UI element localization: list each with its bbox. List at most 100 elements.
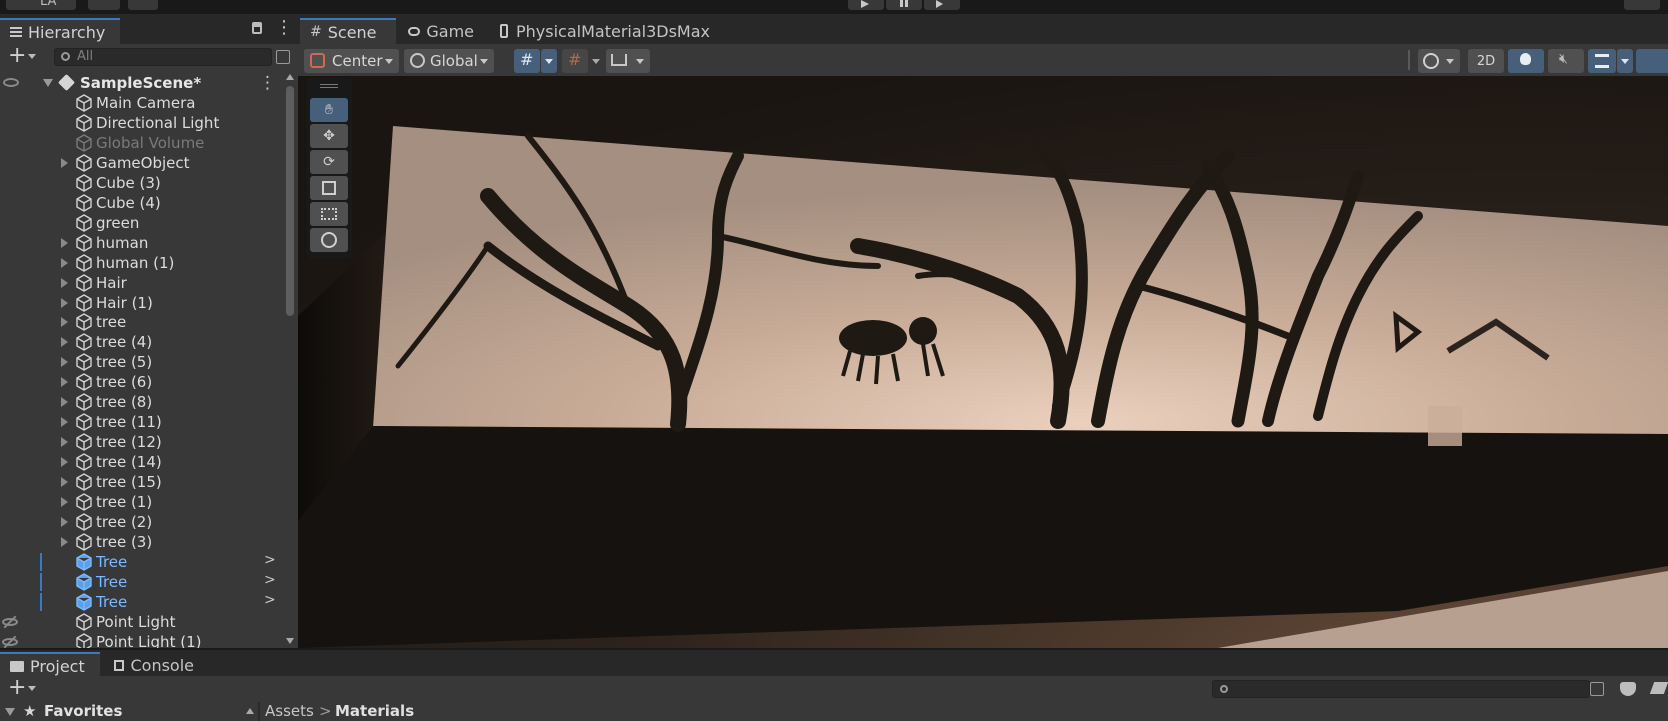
grid-snap-dropdown[interactable]: [541, 49, 557, 73]
chevron-down-icon[interactable]: [28, 54, 36, 59]
hierarchy-row[interactable]: tree (2): [0, 512, 282, 532]
hierarchy-row[interactable]: Main Camera: [0, 93, 282, 113]
scroll-thumb[interactable]: [286, 86, 294, 316]
expand-arrow-icon[interactable]: [61, 516, 68, 527]
2d-toggle[interactable]: 2D: [1468, 49, 1504, 73]
more-options-icon[interactable]: ⋮: [275, 19, 293, 37]
add-icon[interactable]: +: [8, 676, 26, 700]
space-global-dropdown[interactable]: Global: [404, 49, 494, 73]
pause-button[interactable]: [886, 0, 922, 10]
expand-arrow-icon[interactable]: [61, 457, 68, 468]
expand-arrow-icon[interactable]: [61, 497, 68, 507]
transform-tool-button[interactable]: [310, 228, 348, 252]
hierarchy-row[interactable]: green: [0, 213, 282, 233]
hierarchy-row[interactable]: Directional Light: [0, 113, 282, 133]
hierarchy-scrollbar[interactable]: [282, 70, 298, 648]
overlay-grip-icon[interactable]: [320, 84, 338, 88]
hierarchy-row[interactable]: tree (11): [0, 412, 282, 432]
gizmos-toggle[interactable]: [1636, 49, 1668, 73]
prefab-row[interactable]: Tree >: [0, 592, 282, 612]
expand-arrow-icon[interactable]: [61, 317, 68, 328]
tab-scene[interactable]: # Scene: [300, 18, 396, 44]
eye-hidden-icon[interactable]: [2, 635, 18, 648]
hierarchy-row[interactable]: human: [0, 233, 282, 253]
filter-type-icon[interactable]: [1620, 682, 1636, 696]
breadcrumb-assets[interactable]: Assets: [265, 702, 314, 721]
rect-tool-button[interactable]: [310, 202, 348, 226]
hierarchy-row[interactable]: tree (12): [0, 432, 282, 452]
hierarchy-row[interactable]: tree (15): [0, 472, 282, 492]
expand-arrow-icon[interactable]: [61, 536, 68, 547]
expand-arrow-icon[interactable]: [61, 157, 68, 168]
project-search-input[interactable]: [1212, 680, 1590, 698]
hand-tool-button[interactable]: ✋︎: [310, 98, 348, 122]
expand-arrow-icon[interactable]: [61, 277, 68, 288]
expand-arrow-icon[interactable]: [43, 79, 53, 87]
eye-icon[interactable]: [3, 78, 19, 87]
effects-toggle[interactable]: [1588, 49, 1616, 73]
add-icon[interactable]: +: [8, 44, 26, 68]
increment-snap-button[interactable]: #: [562, 49, 588, 73]
audio-toggle[interactable]: 🔇︎: [1548, 49, 1584, 73]
expand-arrow-icon[interactable]: [61, 377, 68, 388]
prefab-row[interactable]: Tree >: [0, 552, 282, 572]
expand-arrow-icon[interactable]: [61, 397, 68, 408]
effects-dropdown[interactable]: [1617, 49, 1633, 73]
search-options-icon[interactable]: [1590, 682, 1604, 696]
scene-menu-icon[interactable]: ⋮: [259, 73, 276, 93]
chevron-down-icon[interactable]: [592, 59, 600, 64]
ruler-dropdown[interactable]: [606, 49, 650, 73]
breadcrumb-materials[interactable]: Materials: [335, 702, 414, 721]
scene-viewport[interactable]: [298, 76, 1668, 648]
expand-arrow-icon[interactable]: [61, 417, 68, 428]
tab-hierarchy[interactable]: Hierarchy: [0, 18, 120, 44]
hierarchy-row[interactable]: tree (8): [0, 392, 282, 412]
hierarchy-row[interactable]: Global Volume: [0, 133, 282, 153]
tab-console[interactable]: Console: [104, 652, 204, 678]
expand-arrow-icon[interactable]: [61, 477, 68, 488]
collapse-up-icon[interactable]: [246, 708, 254, 714]
step-button[interactable]: [924, 0, 960, 10]
chevron-down-icon[interactable]: [28, 686, 36, 691]
scroll-up-icon[interactable]: [286, 74, 294, 80]
lighting-toggle[interactable]: [1508, 49, 1544, 73]
hierarchy-row[interactable]: human (1): [0, 253, 282, 273]
label-icon[interactable]: [1649, 682, 1668, 694]
scale-tool-button[interactable]: [310, 176, 348, 200]
eye-hidden-icon[interactable]: [2, 615, 18, 629]
draw-mode-dropdown[interactable]: [1418, 49, 1460, 73]
expand-arrow-icon[interactable]: [61, 257, 68, 268]
hierarchy-row[interactable]: tree (6): [0, 372, 282, 392]
expand-arrow-icon[interactable]: [5, 708, 15, 716]
scroll-down-icon[interactable]: [286, 638, 294, 644]
tab-game[interactable]: Game: [398, 18, 484, 44]
chevron-right-icon[interactable]: >: [264, 552, 276, 568]
search-options-icon[interactable]: [276, 50, 290, 64]
hierarchy-row[interactable]: tree (14): [0, 452, 282, 472]
hierarchy-row[interactable]: tree: [0, 312, 282, 332]
collab-button[interactable]: [128, 0, 158, 10]
favorites-label[interactable]: Favorites: [44, 702, 122, 721]
expand-arrow-icon[interactable]: [61, 237, 68, 248]
account-dropdown[interactable]: LA: [6, 0, 76, 10]
move-tool-button[interactable]: ✥: [310, 124, 348, 148]
pivot-center-dropdown[interactable]: Center: [304, 49, 399, 73]
hierarchy-row[interactable]: Hair: [0, 273, 282, 293]
history-button[interactable]: [1624, 0, 1660, 10]
hierarchy-row[interactable]: Hair (1): [0, 293, 282, 313]
hierarchy-row[interactable]: tree (1): [0, 492, 282, 512]
expand-arrow-icon[interactable]: [61, 437, 68, 448]
play-button[interactable]: [848, 0, 884, 10]
chevron-right-icon[interactable]: >: [264, 572, 276, 588]
hierarchy-search-input[interactable]: All: [54, 48, 272, 66]
rotate-tool-button[interactable]: ⟳: [310, 150, 348, 174]
tab-physical-material[interactable]: PhysicalMaterial3DsMax: [490, 18, 720, 44]
hierarchy-row[interactable]: tree (5): [0, 352, 282, 372]
expand-arrow-icon[interactable]: [61, 357, 68, 368]
hierarchy-row[interactable]: Point Light: [0, 612, 282, 632]
cloud-button[interactable]: [88, 0, 120, 10]
scene-row[interactable]: SampleScene* ⋮: [0, 73, 282, 93]
hierarchy-row[interactable]: tree (4): [0, 332, 282, 352]
hierarchy-row[interactable]: Point Light (1): [0, 632, 282, 648]
expand-arrow-icon[interactable]: [61, 297, 68, 308]
